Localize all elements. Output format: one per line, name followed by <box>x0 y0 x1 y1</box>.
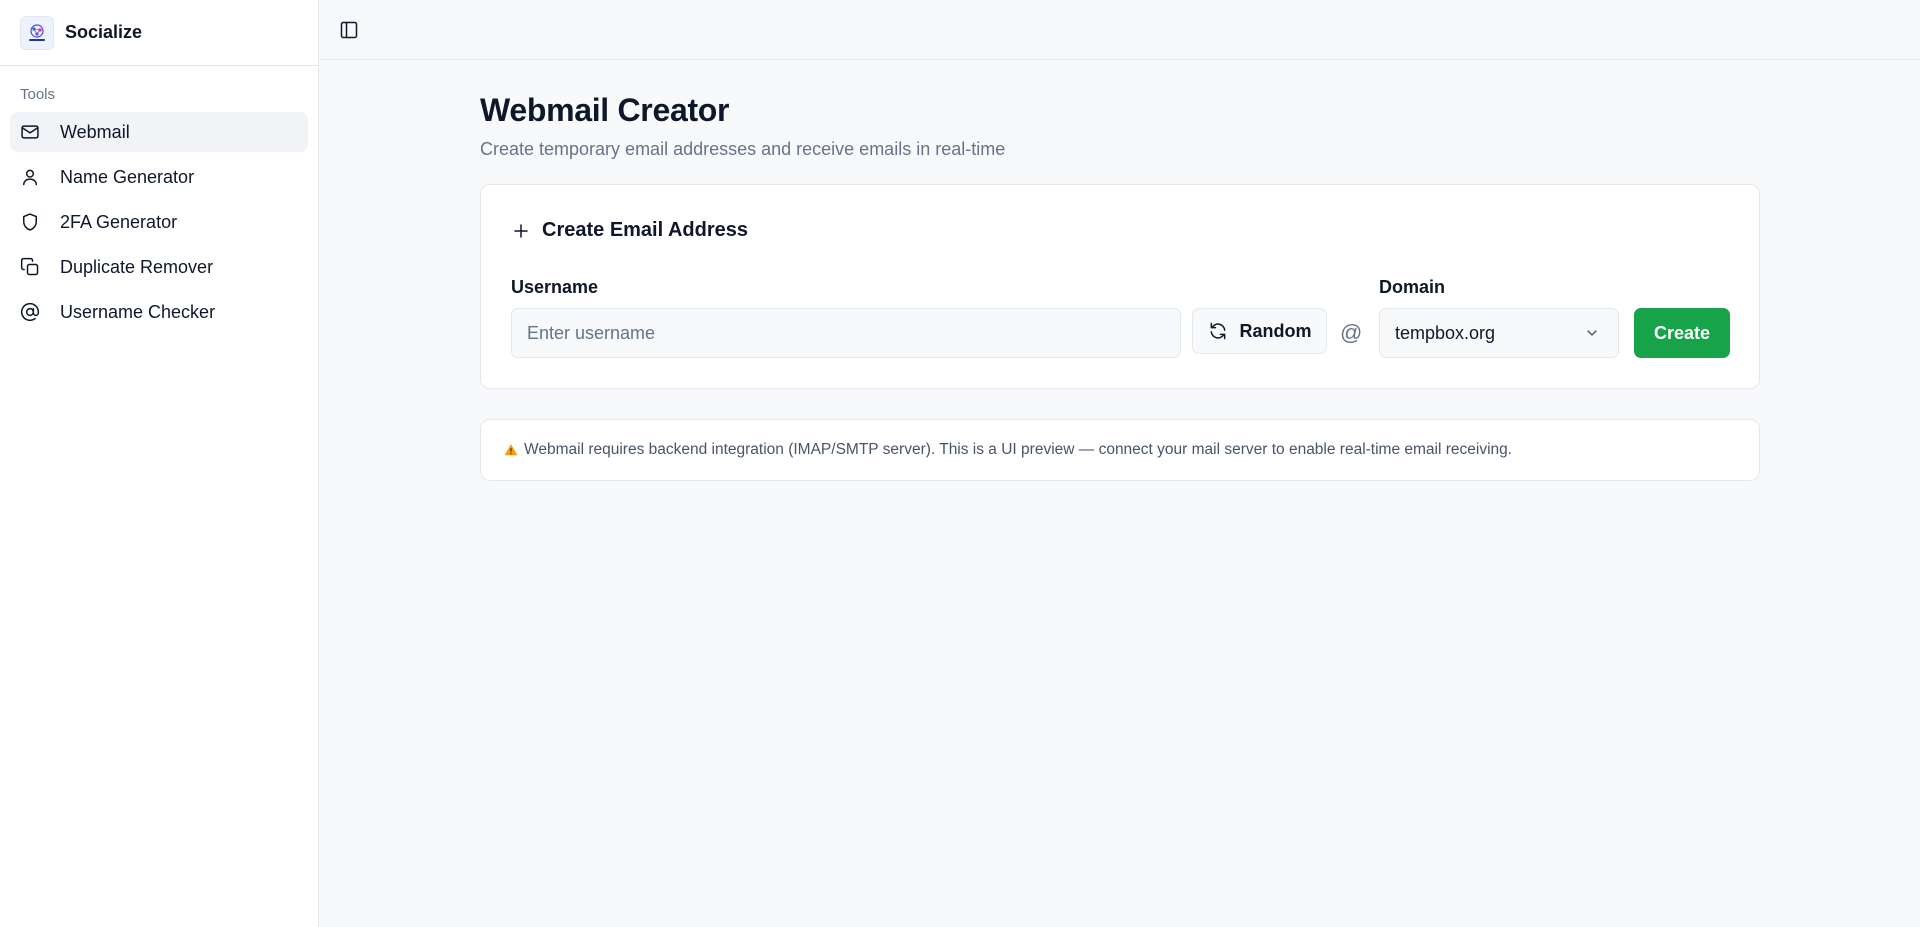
notice-text: Webmail requires backend integration (IM… <box>524 441 1513 458</box>
sidebar-toggle-icon[interactable] <box>338 19 360 41</box>
at-sign-icon <box>20 302 40 322</box>
domain-label: Domain <box>1379 277 1446 297</box>
brand-name: Socialize <box>65 22 143 42</box>
create-email-card: Create Email Address Username Random @ D… <box>480 184 1760 389</box>
user-icon <box>20 167 40 187</box>
random-button-label: Random <box>1239 320 1312 341</box>
card-header: Create Email Address <box>511 219 748 242</box>
sidebar-item-label: Webmail <box>60 121 130 142</box>
sidebar-nav: Webmail Name Generator 2FA Generator Dup… <box>0 112 318 332</box>
page-title: Webmail Creator <box>480 92 730 128</box>
random-button[interactable]: Random <box>1192 308 1327 354</box>
sidebar-item-duplicate-remover[interactable]: Duplicate Remover <box>10 247 308 287</box>
refresh-icon <box>1208 321 1228 341</box>
warning-icon <box>503 442 519 458</box>
plus-icon <box>511 221 531 241</box>
username-input[interactable] <box>511 308 1181 358</box>
sidebar-item-label: Name Generator <box>60 166 195 187</box>
sidebar-item-label: 2FA Generator <box>60 211 178 232</box>
chevron-down-icon <box>1584 325 1600 341</box>
sidebar-item-name-generator[interactable]: Name Generator <box>10 157 308 197</box>
sidebar: Socialize Tools Webmail Name Generator 2… <box>0 0 319 927</box>
domain-select-value: tempbox.org <box>1395 322 1496 343</box>
sidebar-item-username-checker[interactable]: Username Checker <box>10 292 308 332</box>
sidebar-item-label: Duplicate Remover <box>60 256 214 277</box>
username-label: Username <box>511 277 599 297</box>
top-bar <box>320 0 1920 60</box>
sidebar-item-webmail[interactable]: Webmail <box>10 112 308 152</box>
sidebar-section-label: Tools <box>20 86 56 103</box>
page-subtitle: Create temporary email addresses and rec… <box>480 139 1006 159</box>
create-button[interactable]: Create <box>1634 308 1730 358</box>
shield-icon <box>20 212 40 232</box>
create-button-label: Create <box>1653 322 1711 343</box>
card-title: Create Email Address <box>542 219 749 241</box>
copy-icon <box>20 257 40 277</box>
sidebar-item-2fa-generator[interactable]: 2FA Generator <box>10 202 308 242</box>
backend-notice: Webmail requires backend integration (IM… <box>480 419 1760 481</box>
sidebar-item-label: Username Checker <box>60 301 216 322</box>
domain-select[interactable]: tempbox.org <box>1379 308 1619 358</box>
at-separator: @ <box>1340 320 1363 345</box>
mail-icon <box>20 122 40 142</box>
main-content: Webmail Creator Create temporary email a… <box>480 60 1760 481</box>
brand-header[interactable]: Socialize <box>0 0 318 66</box>
brand-logo-icon <box>20 15 54 50</box>
